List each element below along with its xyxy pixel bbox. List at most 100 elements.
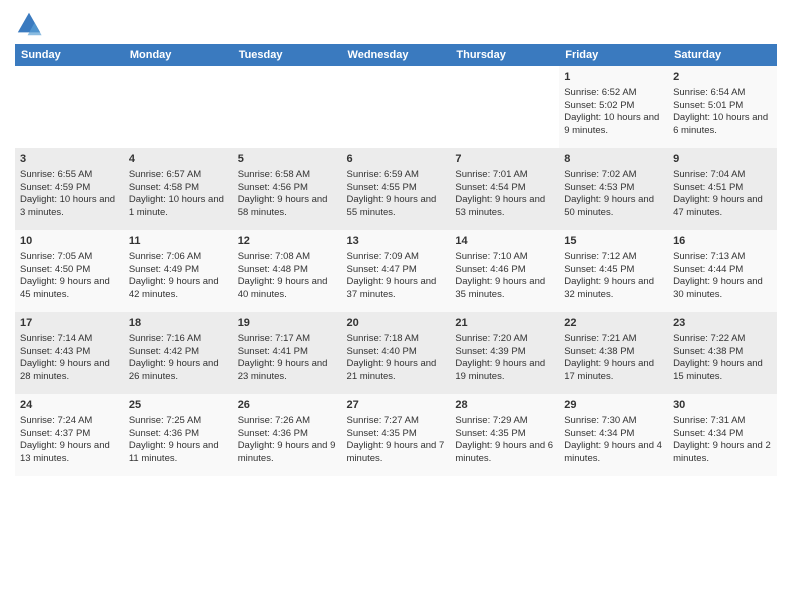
calendar-cell: 5Sunrise: 6:58 AMSunset: 4:56 PMDaylight… <box>233 148 342 230</box>
week-row-1: 1 Sunrise: 6:52 AMSunset: 5:02 PMDaylight… <box>15 66 777 148</box>
day-info: Sunrise: 6:59 AM <box>347 169 446 182</box>
day-info: Sunrise: 6:57 AM <box>129 169 228 182</box>
calendar-cell <box>342 66 451 148</box>
day-info: Sunrise: 7:29 AM <box>455 415 554 428</box>
day-info: Sunset: 4:39 PM <box>455 346 554 359</box>
day-info: Sunrise: 7:05 AM <box>20 251 119 264</box>
day-info: Sunrise: 7:31 AM <box>673 415 772 428</box>
day-info: Daylight: 9 hours and 6 minutes. <box>455 440 554 466</box>
day-info: Sunrise: 7:14 AM <box>20 333 119 346</box>
day-info: Daylight: 9 hours and 53 minutes. <box>455 194 554 220</box>
calendar-cell: 7 Sunrise: 7:01 AMSunset: 4:54 PMDaylight… <box>450 148 559 230</box>
calendar-cell: 6Sunrise: 6:59 AMSunset: 4:55 PMDaylight… <box>342 148 451 230</box>
logo-icon <box>15 10 43 38</box>
calendar-cell: 21 Sunrise: 7:20 AMSunset: 4:39 PMDayligh… <box>450 312 559 394</box>
day-number: 16 <box>673 234 772 249</box>
calendar-cell: 8Sunrise: 7:02 AMSunset: 4:53 PMDaylight… <box>559 148 668 230</box>
calendar-cell: 18Sunrise: 7:16 AMSunset: 4:42 PMDayligh… <box>124 312 233 394</box>
week-row-4: 17Sunrise: 7:14 AMSunset: 4:43 PMDayligh… <box>15 312 777 394</box>
day-info: Sunset: 4:44 PM <box>673 264 772 277</box>
day-info: Sunrise: 7:06 AM <box>129 251 228 264</box>
day-info: Sunrise: 7:02 AM <box>564 169 663 182</box>
calendar-header: SundayMondayTuesdayWednesdayThursdayFrid… <box>15 44 777 66</box>
day-info: Sunrise: 7:12 AM <box>564 251 663 264</box>
day-info: Sunset: 4:47 PM <box>347 264 446 277</box>
day-number: 27 <box>347 398 446 413</box>
day-info: Sunrise: 7:18 AM <box>347 333 446 346</box>
day-number: 9 <box>673 152 772 167</box>
day-info: Daylight: 9 hours and 9 minutes. <box>238 440 337 466</box>
week-row-5: 24Sunrise: 7:24 AMSunset: 4:37 PMDayligh… <box>15 394 777 476</box>
day-number: 1 <box>564 70 663 85</box>
calendar-cell <box>450 66 559 148</box>
day-info: Sunset: 4:34 PM <box>673 428 772 441</box>
calendar-cell: 25Sunrise: 7:25 AMSunset: 4:36 PMDayligh… <box>124 394 233 476</box>
day-info: Sunset: 4:42 PM <box>129 346 228 359</box>
day-info: Sunrise: 7:25 AM <box>129 415 228 428</box>
day-number: 18 <box>129 316 228 331</box>
day-info: Sunrise: 7:30 AM <box>564 415 663 428</box>
day-info: Daylight: 9 hours and 17 minutes. <box>564 358 663 384</box>
day-number: 4 <box>129 152 228 167</box>
day-info: Daylight: 9 hours and 19 minutes. <box>455 358 554 384</box>
day-number: 29 <box>564 398 663 413</box>
day-info: Sunset: 4:48 PM <box>238 264 337 277</box>
week-row-3: 10Sunrise: 7:05 AMSunset: 4:50 PMDayligh… <box>15 230 777 312</box>
calendar-cell: 10Sunrise: 7:05 AMSunset: 4:50 PMDayligh… <box>15 230 124 312</box>
calendar-cell: 27Sunrise: 7:27 AMSunset: 4:35 PMDayligh… <box>342 394 451 476</box>
day-info: Sunset: 4:41 PM <box>238 346 337 359</box>
day-info: Sunrise: 7:08 AM <box>238 251 337 264</box>
calendar-cell: 23Sunrise: 7:22 AMSunset: 4:38 PMDayligh… <box>668 312 777 394</box>
calendar-cell: 11Sunrise: 7:06 AMSunset: 4:49 PMDayligh… <box>124 230 233 312</box>
day-number: 26 <box>238 398 337 413</box>
day-info: Sunset: 4:58 PM <box>129 182 228 195</box>
calendar-cell: 26Sunrise: 7:26 AMSunset: 4:36 PMDayligh… <box>233 394 342 476</box>
week-row-2: 3Sunrise: 6:55 AMSunset: 4:59 PMDaylight… <box>15 148 777 230</box>
calendar-cell <box>233 66 342 148</box>
day-info: Sunset: 5:02 PM <box>564 100 663 113</box>
day-info: Daylight: 9 hours and 15 minutes. <box>673 358 772 384</box>
day-info: Daylight: 9 hours and 23 minutes. <box>238 358 337 384</box>
day-info: Sunset: 4:43 PM <box>20 346 119 359</box>
day-info: Daylight: 9 hours and 30 minutes. <box>673 276 772 302</box>
day-number: 22 <box>564 316 663 331</box>
weekday-header-saturday: Saturday <box>668 44 777 66</box>
day-info: Sunset: 4:35 PM <box>455 428 554 441</box>
day-info: Sunset: 4:38 PM <box>673 346 772 359</box>
calendar-cell: 22Sunrise: 7:21 AMSunset: 4:38 PMDayligh… <box>559 312 668 394</box>
day-number: 7 <box>455 152 554 167</box>
day-info: Sunrise: 7:01 AM <box>455 169 554 182</box>
calendar-cell: 28Sunrise: 7:29 AMSunset: 4:35 PMDayligh… <box>450 394 559 476</box>
day-info: Daylight: 9 hours and 35 minutes. <box>455 276 554 302</box>
weekday-header-row: SundayMondayTuesdayWednesdayThursdayFrid… <box>15 44 777 66</box>
day-info: Daylight: 10 hours and 9 minutes. <box>564 112 663 138</box>
day-info: Sunrise: 7:26 AM <box>238 415 337 428</box>
calendar-cell <box>124 66 233 148</box>
calendar-cell: 4Sunrise: 6:57 AMSunset: 4:58 PMDaylight… <box>124 148 233 230</box>
day-info: Daylight: 9 hours and 7 minutes. <box>347 440 446 466</box>
day-info: Sunrise: 7:16 AM <box>129 333 228 346</box>
day-info: Sunrise: 7:20 AM <box>455 333 554 346</box>
day-info: Sunset: 4:46 PM <box>455 264 554 277</box>
day-info: Sunrise: 6:52 AM <box>564 87 663 100</box>
calendar-cell: 30Sunrise: 7:31 AMSunset: 4:34 PMDayligh… <box>668 394 777 476</box>
day-info: Sunset: 4:54 PM <box>455 182 554 195</box>
calendar-cell: 19Sunrise: 7:17 AMSunset: 4:41 PMDayligh… <box>233 312 342 394</box>
day-info: Daylight: 9 hours and 2 minutes. <box>673 440 772 466</box>
day-number: 17 <box>20 316 119 331</box>
day-info: Daylight: 9 hours and 4 minutes. <box>564 440 663 466</box>
calendar-cell: 15Sunrise: 7:12 AMSunset: 4:45 PMDayligh… <box>559 230 668 312</box>
day-info: Daylight: 9 hours and 42 minutes. <box>129 276 228 302</box>
day-info: Daylight: 9 hours and 28 minutes. <box>20 358 119 384</box>
calendar-cell: 1 Sunrise: 6:52 AMSunset: 5:02 PMDaylight… <box>559 66 668 148</box>
calendar-cell: 2Sunrise: 6:54 AMSunset: 5:01 PMDaylight… <box>668 66 777 148</box>
day-info: Sunrise: 7:09 AM <box>347 251 446 264</box>
day-info: Sunrise: 6:54 AM <box>673 87 772 100</box>
day-info: Daylight: 9 hours and 40 minutes. <box>238 276 337 302</box>
day-info: Sunset: 4:56 PM <box>238 182 337 195</box>
day-info: Sunrise: 7:21 AM <box>564 333 663 346</box>
day-number: 21 <box>455 316 554 331</box>
calendar-table: SundayMondayTuesdayWednesdayThursdayFrid… <box>15 44 777 476</box>
day-info: Sunset: 4:35 PM <box>347 428 446 441</box>
day-number: 23 <box>673 316 772 331</box>
